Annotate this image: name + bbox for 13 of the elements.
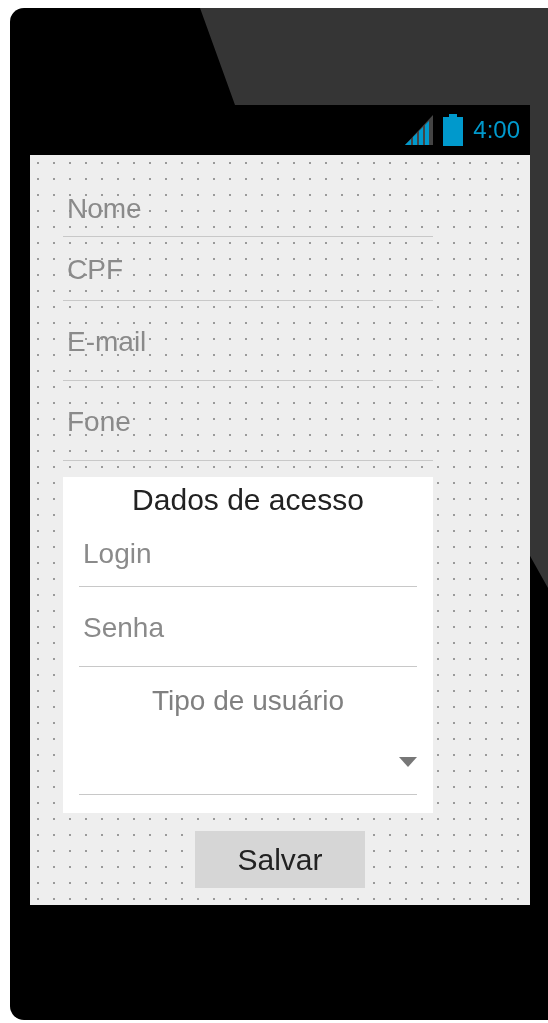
section-title: Dados de acesso [132, 482, 364, 518]
clock-time: 4:00 [473, 116, 520, 144]
text-field[interactable]: E-mail [63, 301, 433, 381]
dropdown-caret-icon [399, 756, 417, 767]
save-button[interactable]: Salvar [195, 831, 365, 888]
signal-icon [405, 115, 434, 145]
user-type-label: Tipo de usuário [152, 685, 344, 717]
text-field[interactable]: CPF [63, 237, 433, 301]
text-field[interactable]: Fone [63, 381, 433, 461]
text-field[interactable]: Nome [63, 179, 433, 237]
battery-icon [443, 114, 464, 146]
text-field[interactable]: Login [79, 519, 417, 587]
text-field[interactable]: Senha [79, 587, 417, 667]
